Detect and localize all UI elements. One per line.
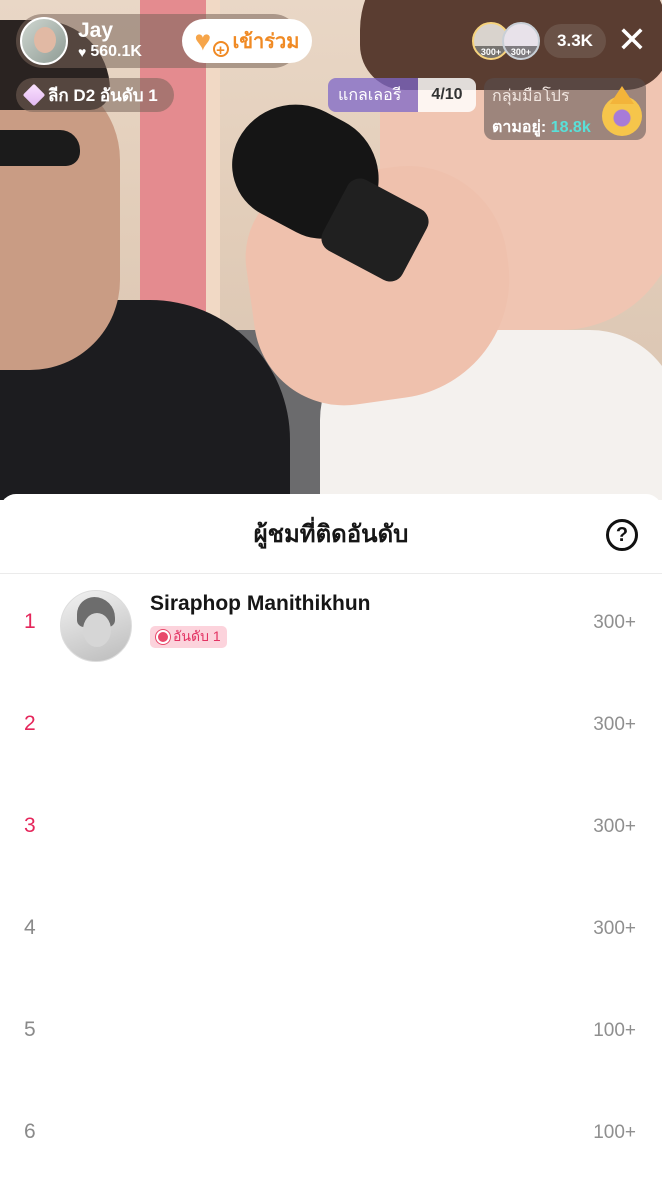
user-avatar[interactable] (60, 590, 132, 662)
ranking-row[interactable]: 6 100+ (0, 1084, 662, 1186)
rank-number: 4 (24, 916, 36, 939)
league-label: ลีก D2 อันดับ 1 (48, 85, 158, 105)
host-likes: ♥ 560.1K (78, 42, 142, 62)
sheet-header: ผู้ชมที่ติดอันดับ ? (0, 494, 662, 574)
ranking-row[interactable]: 1 Siraphop Manithikhun อันดับ 1 300+ (0, 574, 662, 676)
rank-number: 5 (24, 1018, 36, 1041)
rank-score: 300+ (593, 918, 636, 939)
ranking-row[interactable]: 3 300+ (0, 778, 662, 880)
medal-icon (156, 630, 170, 644)
host-name: Jay (78, 19, 114, 42)
rank-number: 6 (24, 1120, 36, 1143)
user-name[interactable]: Siraphop Manithikhun (150, 592, 371, 616)
rank-score: 100+ (593, 1020, 636, 1041)
diamond-icon (22, 83, 46, 107)
viewer-avatar[interactable]: 300+ (502, 22, 540, 60)
rank-score: 300+ (593, 714, 636, 735)
rank-badge: อันดับ 1 (150, 626, 227, 648)
viewer-count[interactable]: 3.3K (544, 24, 606, 58)
viewer-badge: 300+ (504, 46, 538, 58)
gallery-badge[interactable]: แกลเลอรี 4/10 (328, 78, 476, 112)
host-profile[interactable]: Jay ♥ 560.1K ♥ + เข้าร่วม (16, 14, 312, 68)
rank-score: 300+ (593, 612, 636, 633)
ranking-list: 1 Siraphop Manithikhun อันดับ 1 300+ 2 3… (0, 574, 662, 1186)
rank-number: 3 (24, 814, 36, 837)
close-icon[interactable]: ✕ (614, 22, 650, 58)
gallery-label: แกลเลอรี (328, 78, 418, 112)
rank-score: 300+ (593, 816, 636, 837)
host-avatar[interactable] (20, 17, 68, 65)
ranking-row[interactable]: 4 300+ (0, 880, 662, 982)
ranking-row[interactable]: 5 100+ (0, 982, 662, 1084)
person-left-head (0, 70, 120, 370)
sheet-title: ผู้ชมที่ติดอันดับ (253, 521, 409, 548)
help-icon[interactable]: ? (606, 519, 638, 551)
rank-badge-label: อันดับ 1 (173, 628, 221, 644)
join-button-label: เข้าร่วม (232, 31, 300, 53)
crown-icon (602, 86, 642, 136)
rank-number: 2 (24, 712, 36, 735)
league-badge[interactable]: ลีก D2 อันดับ 1 (16, 78, 174, 112)
pro-group-card[interactable]: กลุ่มมือโปร ตามอยู่: 18.8k (484, 78, 646, 140)
rank-score: 100+ (593, 1122, 636, 1143)
gallery-count: 4/10 (418, 78, 476, 112)
host-info: Jay ♥ 560.1K (78, 20, 142, 62)
host-likes-count: 560.1K (90, 43, 142, 60)
live-video (0, 0, 662, 500)
sunglasses (0, 130, 80, 166)
ranking-sheet: ผู้ชมที่ติดอันดับ ? 1 Siraphop Manithikh… (0, 494, 662, 1200)
join-button[interactable]: ♥ + เข้าร่วม (182, 19, 312, 63)
heart-plus-icon: ♥ + (195, 27, 229, 58)
follow-label: ตามอยู่: (492, 119, 547, 136)
heart-icon: ♥ (78, 44, 87, 60)
follow-count: 18.8k (550, 119, 591, 136)
top-viewers[interactable]: 300+ 300+ 3.3K (472, 22, 606, 60)
ranking-row[interactable]: 2 300+ (0, 676, 662, 778)
rank-number: 1 (24, 610, 36, 633)
